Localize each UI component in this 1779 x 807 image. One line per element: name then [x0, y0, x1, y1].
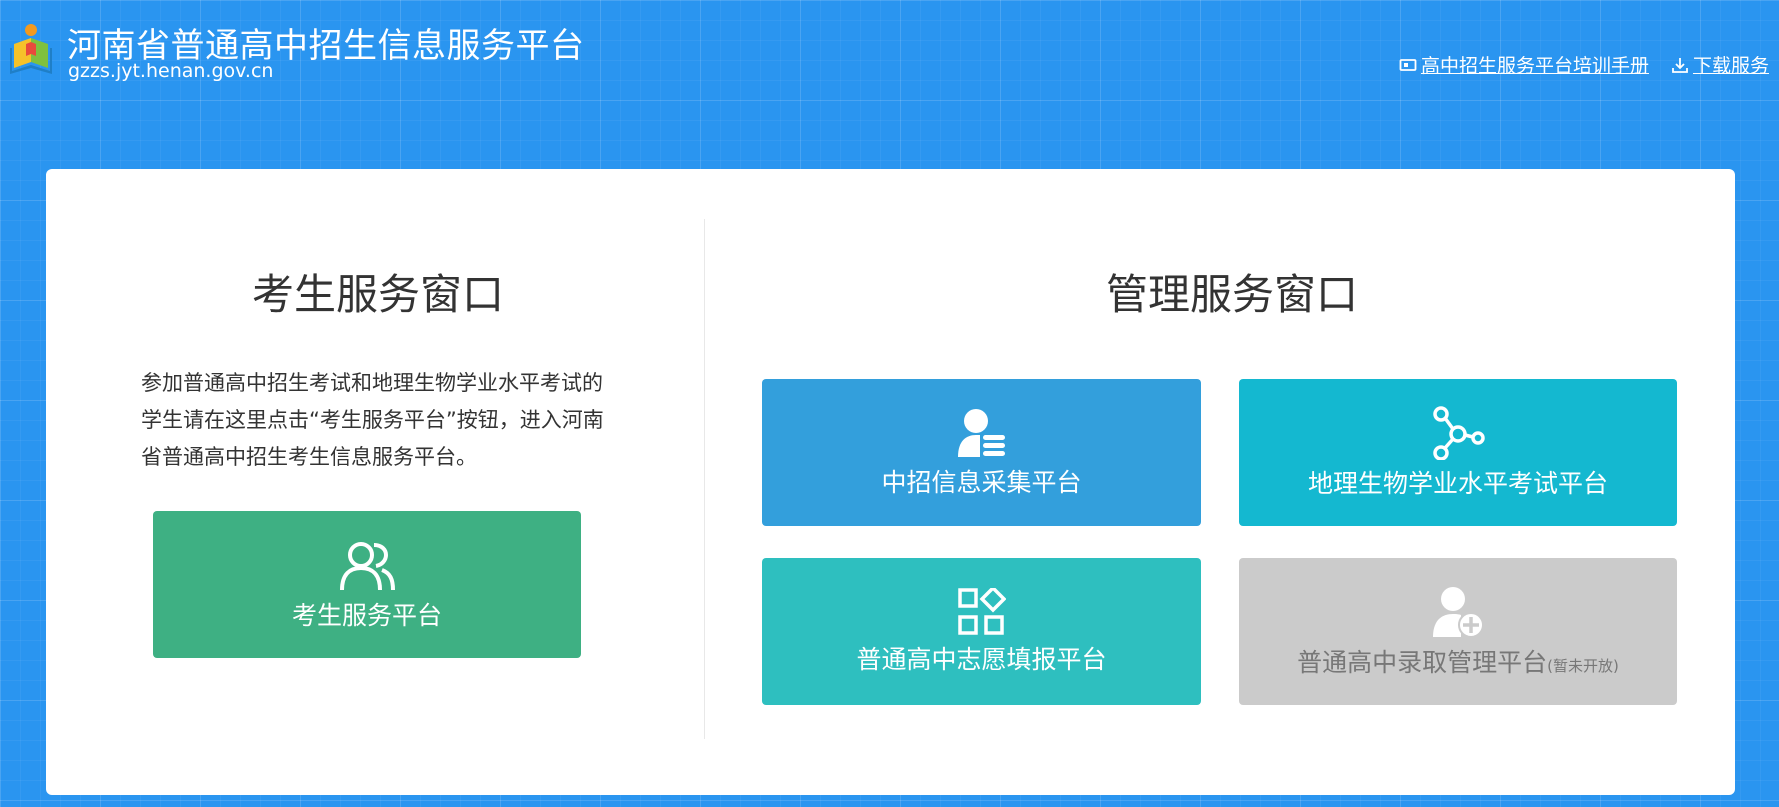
- site-domain: gzzs.jyt.henan.gov.cn: [68, 60, 274, 82]
- student-window-title: 考生服务窗口: [252, 270, 505, 319]
- volunteer-platform-label: 普通高中志愿填报平台: [856, 644, 1107, 674]
- collect-platform-button[interactable]: 中招信息采集平台: [762, 379, 1201, 526]
- user-list-icon: [957, 408, 1005, 457]
- manual-link[interactable]: 高中招生服务平台培训手册: [1399, 51, 1649, 78]
- manual-link-label: 高中招生服务平台培训手册: [1420, 55, 1649, 77]
- download-link[interactable]: 下载服务: [1671, 51, 1769, 78]
- users-icon: [340, 541, 395, 590]
- molecule-icon: [1433, 405, 1485, 460]
- header-links: 高中招生服务平台培训手册 下载服务: [1399, 51, 1769, 78]
- download-link-label: 下载服务: [1692, 55, 1769, 77]
- volunteer-platform-button[interactable]: 普通高中志愿填报平台: [762, 558, 1201, 705]
- student-service-button-label: 考生服务平台: [291, 600, 442, 630]
- main-card: 考生服务窗口 参加普通高中招生考试和地理生物学业水平考试的学生请在这里点击“考生…: [46, 169, 1735, 795]
- user-add-icon: [1433, 586, 1484, 638]
- admission-platform-button: 普通高中录取管理平台(暂未开放): [1239, 558, 1677, 705]
- admission-status-note: (暂未开放): [1547, 656, 1619, 675]
- student-window-intro: 参加普通高中招生考试和地理生物学业水平考试的学生请在这里点击“考生服务平台”按钮…: [141, 371, 604, 469]
- grid-diamond-icon: [957, 587, 1006, 635]
- download-icon: [1672, 57, 1688, 73]
- admin-window-title: 管理服务窗口: [1106, 270, 1359, 319]
- monitor-icon: [1399, 58, 1417, 71]
- student-service-button[interactable]: 考生服务平台: [153, 511, 581, 658]
- admission-platform-label: 普通高中录取管理平台(暂未开放): [1297, 643, 1619, 679]
- admission-platform-name: 普通高中录取管理平台: [1297, 647, 1548, 677]
- geo-bio-exam-label: 地理生物学业水平考试平台: [1307, 468, 1608, 498]
- collect-platform-label: 中招信息采集平台: [881, 467, 1082, 497]
- divider: [704, 219, 705, 739]
- header: 河南省普通高中招生信息服务平台 gzzs.jyt.henan.gov.cn 高中…: [0, 0, 1779, 120]
- logo-icon: [10, 24, 52, 74]
- geo-bio-exam-button[interactable]: 地理生物学业水平考试平台: [1239, 379, 1677, 526]
